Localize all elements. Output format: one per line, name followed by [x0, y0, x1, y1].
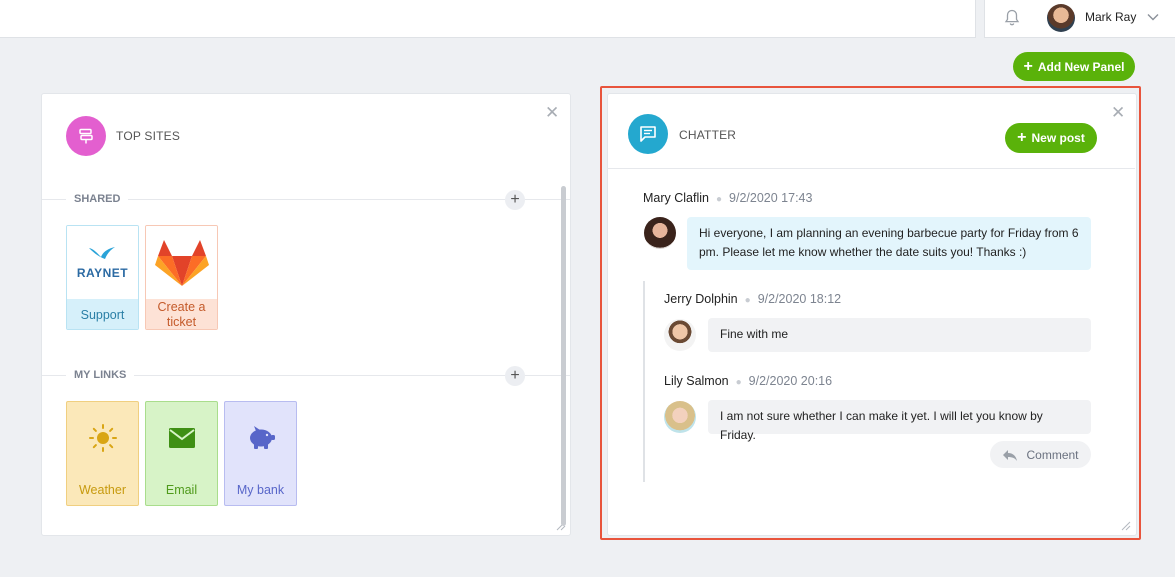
raynet-logo-text: RAYNET	[77, 266, 128, 280]
message-header: Jerry Dolphin●9/2/2020 18:12	[664, 292, 841, 306]
message-time: 9/2/2020 18:12	[758, 292, 841, 306]
add-new-panel-label: Add New Panel	[1038, 60, 1125, 74]
resize-handle-icon[interactable]	[1121, 521, 1131, 531]
avatar[interactable]	[664, 401, 696, 433]
message-header: Lily Salmon●9/2/2020 20:16	[664, 374, 832, 388]
comment-button[interactable]: Comment	[990, 441, 1091, 468]
site-tile-create-ticket[interactable]: Create a ticket	[145, 225, 218, 330]
plus-icon: +	[1023, 59, 1032, 75]
scrollbar[interactable]	[561, 186, 566, 526]
link-tile-email[interactable]: Email	[145, 401, 218, 506]
add-link-button[interactable]: +	[505, 366, 525, 386]
bell-icon[interactable]	[1004, 9, 1020, 27]
top-sites-panel: ✕ TOP SITES SHARED + RAYNET Support	[41, 93, 571, 536]
add-new-panel-button[interactable]: + Add New Panel	[1013, 52, 1135, 81]
section-label-shared: SHARED	[66, 193, 128, 205]
message-time: 9/2/2020 20:16	[749, 374, 832, 388]
comment-label: Comment	[1026, 448, 1078, 462]
close-icon[interactable]: ✕	[1111, 104, 1125, 121]
top-bar	[0, 0, 976, 38]
link-tile-my-bank[interactable]: My bank	[224, 401, 297, 506]
chevron-down-icon[interactable]	[1147, 13, 1159, 21]
panel-title: TOP SITES	[116, 129, 180, 143]
message-author[interactable]: Mary Claflin	[643, 191, 709, 205]
signpost-icon	[66, 116, 106, 156]
site-tile-label: Create a ticket	[146, 299, 217, 330]
chat-icon	[628, 114, 668, 154]
message-bubble: Hi everyone, I am planning an evening ba…	[687, 217, 1091, 270]
message-author[interactable]: Lily Salmon	[664, 374, 729, 388]
link-tile-label: Email	[166, 483, 197, 497]
link-tile-label: My bank	[237, 483, 284, 497]
add-shared-button[interactable]: +	[505, 190, 525, 210]
site-tile-label: Support	[67, 299, 138, 330]
reply-icon	[1002, 449, 1018, 461]
user-menu[interactable]: Mark Ray	[984, 0, 1175, 38]
site-tile-support[interactable]: RAYNET Support	[66, 225, 139, 330]
chatter-panel: ✕ CHATTER + New post	[607, 93, 1137, 536]
plus-icon: +	[1017, 130, 1026, 146]
message-bubble: Fine with me	[708, 318, 1091, 352]
avatar[interactable]	[664, 319, 696, 351]
message-author[interactable]: Jerry Dolphin	[664, 292, 738, 306]
link-tile-label: Weather	[79, 483, 126, 497]
avatar[interactable]	[644, 217, 676, 249]
message-bubble: I am not sure whether I can make it yet.…	[708, 400, 1091, 434]
user-avatar[interactable]	[1047, 4, 1075, 32]
thread-line	[643, 281, 645, 482]
message-time: 9/2/2020 17:43	[729, 191, 812, 205]
raynet-logo: RAYNET	[67, 226, 138, 299]
bird-icon	[87, 245, 117, 261]
link-tile-weather[interactable]: Weather	[66, 401, 139, 506]
message-header: Mary Claflin●9/2/2020 17:43	[643, 191, 812, 205]
panel-title: CHATTER	[679, 128, 736, 142]
gitlab-logo	[146, 226, 217, 299]
user-name[interactable]: Mark Ray	[1085, 10, 1136, 24]
sun-icon	[88, 422, 118, 454]
section-label-my-links: MY LINKS	[66, 369, 134, 381]
divider	[607, 168, 1135, 169]
mail-icon	[168, 422, 196, 454]
close-icon[interactable]: ✕	[545, 104, 559, 121]
new-post-label: New post	[1032, 131, 1085, 145]
piggy-bank-icon	[246, 422, 276, 454]
new-post-button[interactable]: + New post	[1005, 123, 1097, 153]
